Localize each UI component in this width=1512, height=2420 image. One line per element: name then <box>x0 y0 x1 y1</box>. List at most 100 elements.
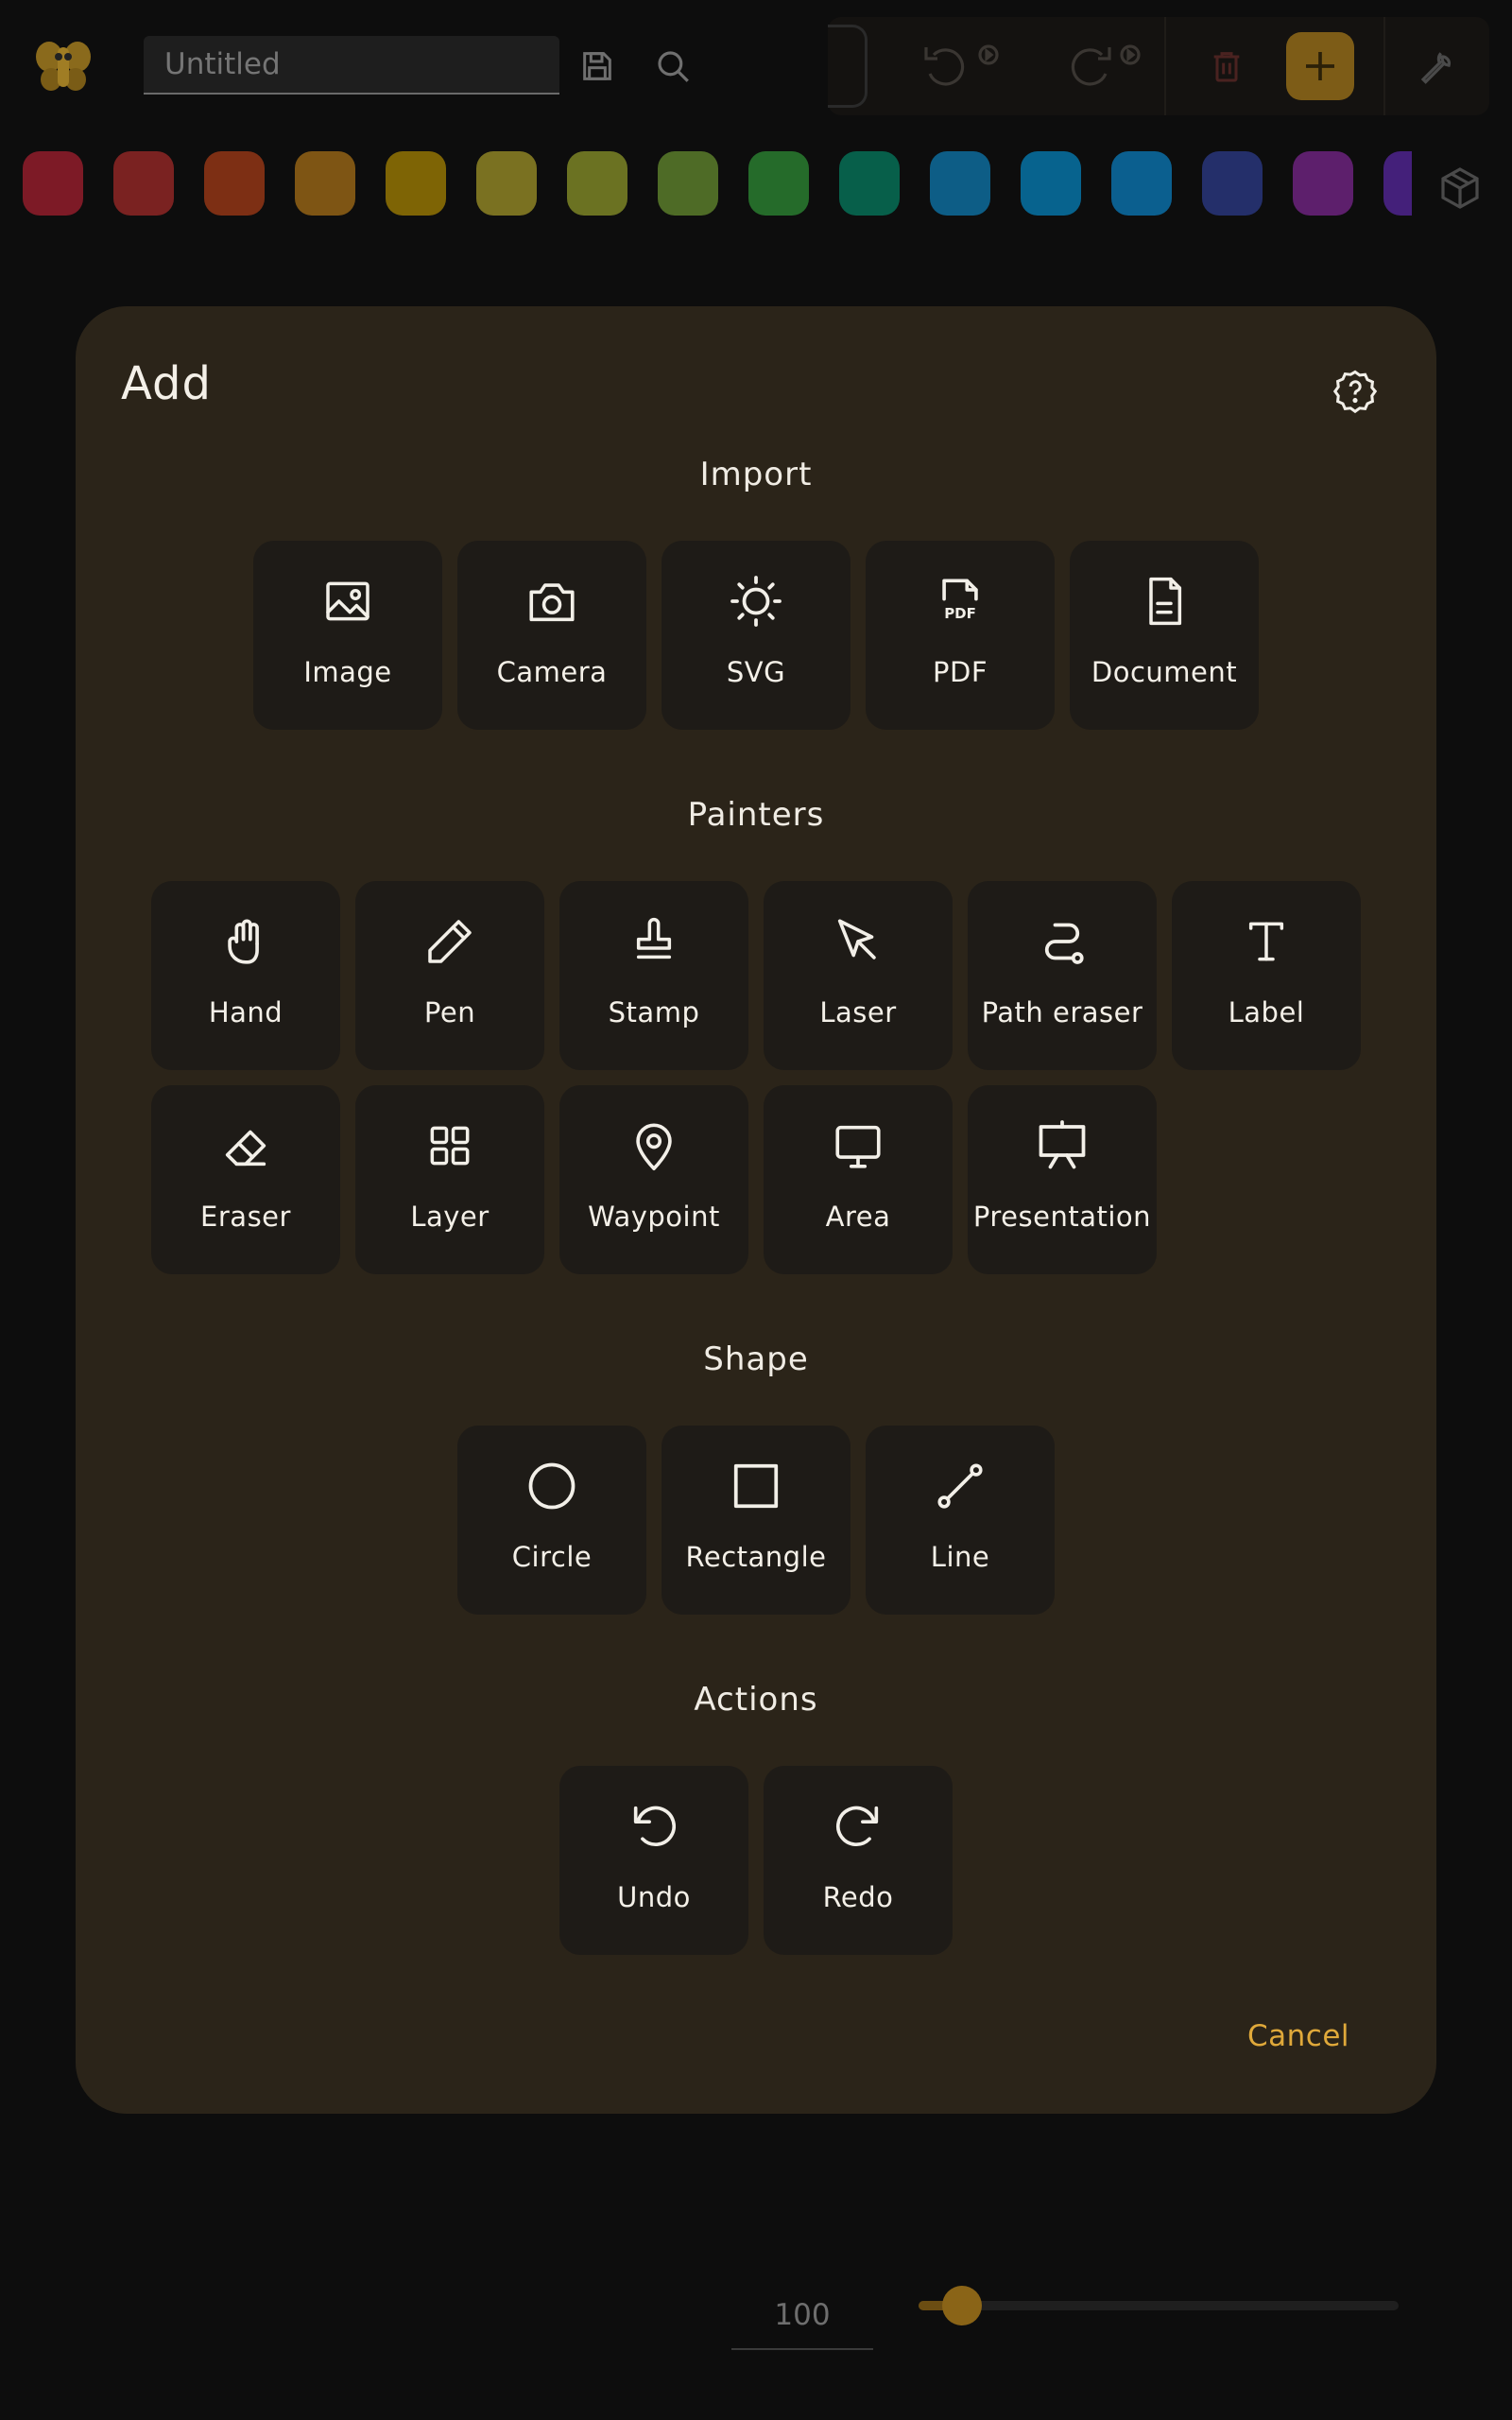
color-swatch[interactable] <box>1293 151 1353 216</box>
tile-layer[interactable]: Layer <box>355 1085 544 1274</box>
section-title-painters: Painters <box>687 796 825 834</box>
tile-label: Path eraser <box>981 996 1143 1028</box>
tile-waypoint[interactable]: Waypoint <box>559 1085 748 1274</box>
add-dialog: Add Import Image Camera SVG PDF PDF Document … <box>76 306 1436 2114</box>
color-palette <box>0 151 1512 219</box>
hand-icon <box>217 913 274 970</box>
square-icon <box>728 1458 784 1514</box>
color-swatch[interactable] <box>1111 151 1172 216</box>
document-icon <box>1136 573 1193 630</box>
redo-icon <box>830 1798 886 1855</box>
tile-image[interactable]: Image <box>253 541 442 730</box>
tile-label: Image <box>303 656 392 688</box>
redo-history-icon[interactable] <box>1060 38 1145 95</box>
image-icon <box>319 573 376 630</box>
tile-circle[interactable]: Circle <box>457 1426 646 1615</box>
color-swatch[interactable] <box>23 151 83 216</box>
path-icon <box>1034 913 1091 970</box>
tile-label: Presentation <box>972 1201 1152 1233</box>
tile-label: Camera <box>496 656 608 688</box>
tile-label: Undo <box>617 1881 691 1913</box>
zoom-slider-track[interactable] <box>919 2301 1399 2310</box>
color-swatch[interactable] <box>476 151 537 216</box>
svg-text:PDF: PDF <box>944 605 976 622</box>
tile-label: Rectangle <box>685 1541 827 1573</box>
tile-presentation[interactable]: Presentation <box>968 1085 1157 1274</box>
text-icon <box>1238 913 1295 970</box>
tile-label: Eraser <box>200 1201 291 1233</box>
help-badge-icon[interactable] <box>1331 367 1380 416</box>
color-swatch[interactable] <box>748 151 809 216</box>
tile-stamp[interactable]: Stamp <box>559 881 748 1070</box>
tile-label: Line <box>930 1541 990 1573</box>
camera-icon <box>524 573 580 630</box>
tile-undo[interactable]: Undo <box>559 1766 748 1955</box>
tile-label: SVG <box>726 656 786 688</box>
zoom-slider-thumb[interactable] <box>941 2286 982 2325</box>
undo-icon <box>626 1798 682 1855</box>
tile-label: Stamp <box>608 996 700 1028</box>
package-box-icon[interactable] <box>1433 161 1487 216</box>
section-title-actions: Actions <box>694 1681 818 1719</box>
tile-label: Laser <box>819 996 897 1028</box>
tile-label: Area <box>825 1201 891 1233</box>
add-button[interactable] <box>1286 32 1354 100</box>
tile-camera[interactable]: Camera <box>457 541 646 730</box>
tile-label: Waypoint <box>588 1201 720 1233</box>
circle-icon <box>524 1458 580 1514</box>
tile-pen[interactable]: Pen <box>355 881 544 1070</box>
color-swatch[interactable] <box>113 151 174 216</box>
color-swatch[interactable] <box>295 151 355 216</box>
document-title-input[interactable] <box>144 36 559 95</box>
grid-icon <box>421 1117 478 1174</box>
undo-history-icon[interactable] <box>919 38 1004 95</box>
zoom-value-field[interactable]: 100 <box>731 2280 873 2350</box>
color-swatch[interactable] <box>1383 151 1412 216</box>
tile-eraser[interactable]: Eraser <box>151 1085 340 1274</box>
color-swatch[interactable] <box>839 151 900 216</box>
line-icon <box>932 1458 988 1514</box>
tile-label: Layer <box>410 1201 490 1233</box>
svg-sun-icon <box>728 573 784 630</box>
color-swatch[interactable] <box>930 151 990 216</box>
tile-label: PDF <box>933 656 988 688</box>
cursor-icon <box>830 913 886 970</box>
color-swatch[interactable] <box>386 151 446 216</box>
wrench-settings-icon[interactable] <box>1414 43 1459 89</box>
section-title-shape: Shape <box>703 1340 809 1378</box>
tile-line[interactable]: Line <box>866 1426 1055 1615</box>
tile-rectangle[interactable]: Rectangle <box>662 1426 850 1615</box>
tile-label: Redo <box>822 1881 894 1913</box>
tile-hand[interactable]: Hand <box>151 881 340 1070</box>
tile-path-eraser[interactable]: Path eraser <box>968 881 1157 1070</box>
tile-redo[interactable]: Redo <box>764 1766 953 1955</box>
monitor-icon <box>830 1117 886 1174</box>
search-icon[interactable] <box>650 43 696 89</box>
tile-label[interactable]: Label <box>1172 881 1361 1070</box>
collapsed-panel-tab[interactable] <box>828 25 868 108</box>
color-swatch[interactable] <box>204 151 265 216</box>
top-app-bar <box>0 0 1512 142</box>
cancel-button[interactable]: Cancel <box>1247 2019 1349 2053</box>
tile-pdf[interactable]: PDF PDF <box>866 541 1055 730</box>
save-icon[interactable] <box>575 43 620 89</box>
eraser-icon <box>217 1117 274 1174</box>
pdf-icon: PDF <box>932 573 988 630</box>
tile-laser[interactable]: Laser <box>764 881 953 1070</box>
color-swatch[interactable] <box>1021 151 1081 216</box>
dialog-title: Add <box>121 357 212 410</box>
tile-label: Circle <box>511 1541 593 1573</box>
butterfly-logo-icon[interactable] <box>34 36 93 95</box>
section-title-import: Import <box>699 456 813 493</box>
toolbar-group <box>828 17 1489 115</box>
tile-document[interactable]: Document <box>1070 541 1259 730</box>
color-swatch[interactable] <box>567 151 627 216</box>
pen-icon <box>421 913 478 970</box>
presentation-icon <box>1034 1117 1091 1174</box>
tile-area[interactable]: Area <box>764 1085 953 1274</box>
tile-label: Hand <box>208 996 284 1028</box>
color-swatch[interactable] <box>658 151 718 216</box>
trash-icon[interactable] <box>1204 43 1249 89</box>
tile-svg[interactable]: SVG <box>662 541 850 730</box>
color-swatch[interactable] <box>1202 151 1263 216</box>
